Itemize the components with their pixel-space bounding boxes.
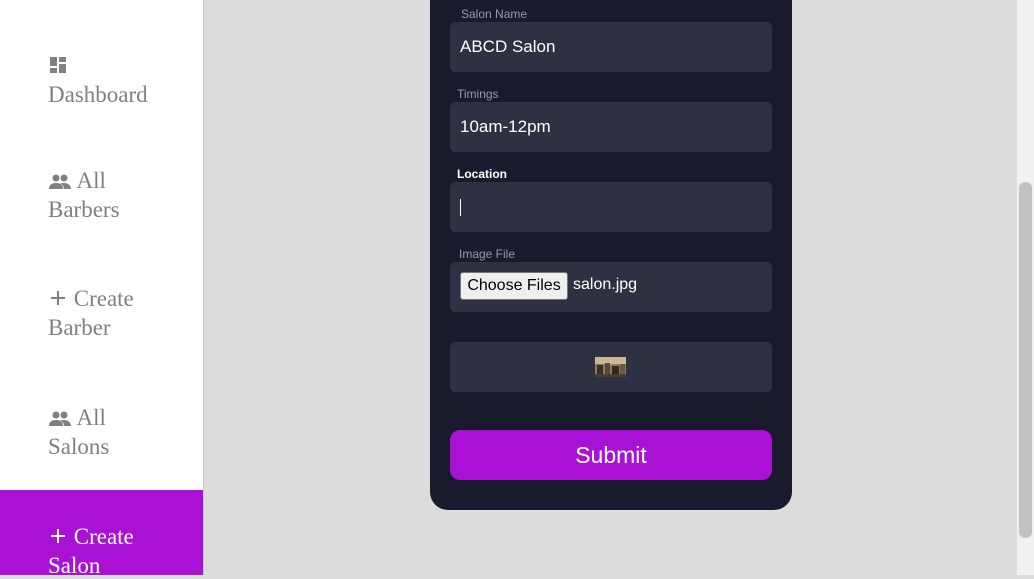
sidebar-item-create-barber[interactable]: Create Barber bbox=[0, 285, 203, 341]
sidebar-item-create-salon[interactable]: Create Salon bbox=[0, 490, 203, 578]
image-file-label: Image File bbox=[459, 247, 516, 261]
people-icon bbox=[48, 406, 72, 433]
submit-button[interactable]: Submit bbox=[450, 430, 772, 480]
sidebar-item-label: Dashboard bbox=[48, 82, 148, 108]
plus-icon bbox=[48, 525, 68, 552]
sidebar-item-all-barbers[interactable]: All Barbers bbox=[0, 167, 203, 223]
timings-label: Timings bbox=[457, 87, 499, 101]
sidebar-item-dashboard[interactable]: Dashboard bbox=[0, 52, 203, 108]
selected-file-name: salon.jpg bbox=[573, 276, 638, 293]
sidebar: Dashboard All Barbers Create Barber All … bbox=[0, 0, 204, 578]
sidebar-item-all-salons[interactable]: All Salons bbox=[0, 404, 203, 460]
location-label: Location bbox=[457, 167, 507, 181]
choose-files-button[interactable]: Choose Files bbox=[460, 272, 568, 300]
people-icon bbox=[48, 169, 72, 196]
salon-name-label: Salon Name bbox=[461, 7, 528, 21]
dashboard-icon bbox=[48, 54, 68, 81]
text-caret bbox=[460, 199, 461, 217]
scrollbar-thumb[interactable] bbox=[1019, 182, 1032, 538]
location-input[interactable] bbox=[450, 182, 772, 232]
plus-icon bbox=[48, 287, 68, 314]
salon-image-thumbnail bbox=[595, 357, 626, 377]
salon-name-input[interactable]: ABCD Salon bbox=[450, 22, 772, 72]
timings-input[interactable]: 10am-12pm bbox=[450, 102, 772, 152]
